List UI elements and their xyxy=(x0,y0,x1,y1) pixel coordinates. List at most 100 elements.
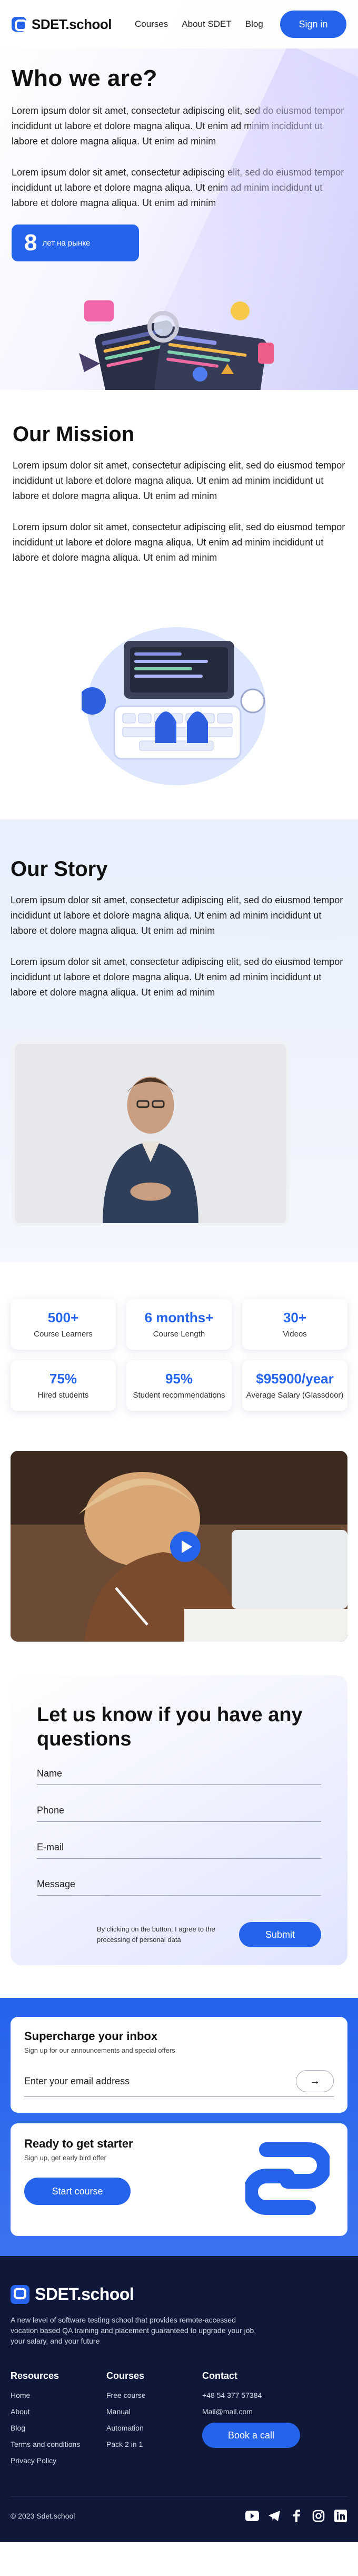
form-footer: By clicking on the button, I agree to th… xyxy=(37,1922,321,1947)
telegram-icon[interactable] xyxy=(267,2509,281,2523)
arrow-right-icon: → xyxy=(310,2075,320,2087)
courses-column: Courses Free course Manual Automation Pa… xyxy=(106,2370,202,2473)
linkedin-icon[interactable] xyxy=(334,2509,347,2523)
footer-columns: Resources Home About Blog Terms and cond… xyxy=(11,2370,347,2473)
keyboard-illustration xyxy=(82,627,266,785)
newsletter-submit-button[interactable]: → xyxy=(296,2070,334,2092)
footer-link-terms[interactable]: Terms and conditions xyxy=(11,2440,106,2448)
nav-about-sdet[interactable]: About SDET xyxy=(182,19,232,30)
nav-courses[interactable]: Courses xyxy=(135,19,168,30)
coding-illustration xyxy=(79,300,274,390)
message-field[interactable] xyxy=(37,1859,321,1896)
courses-title: Courses xyxy=(106,2370,145,2381)
youtube-icon[interactable] xyxy=(245,2509,259,2523)
stat-label: Course Length xyxy=(153,1329,205,1339)
name-field[interactable] xyxy=(37,1768,321,1785)
resources-title: Resources xyxy=(11,2370,59,2381)
mission-title: Our Mission xyxy=(13,423,135,446)
stat-label: Average Salary (Glassdoor) xyxy=(246,1390,344,1400)
footer-link-privacy[interactable]: Privacy Policy xyxy=(11,2456,106,2465)
newsletter-subtitle: Sign up for our announcements and specia… xyxy=(24,2046,175,2054)
video-player[interactable] xyxy=(11,1451,347,1642)
logo-icon xyxy=(245,2142,330,2215)
years-badge: 8 лет на рынке xyxy=(12,225,139,261)
stat-value: 30+ xyxy=(283,1309,307,1325)
years-number: 8 xyxy=(24,230,37,256)
newsletter-card: Supercharge your inbox Sign up for our a… xyxy=(11,2017,347,2113)
email-input[interactable] xyxy=(37,1842,321,1853)
contact-title: Contact xyxy=(202,2370,237,2381)
social-links xyxy=(245,2509,347,2523)
stat-value: 500+ xyxy=(47,1309,79,1325)
form-title: Let us know if you have any questions xyxy=(37,1704,303,1750)
footer-link-pack[interactable]: Pack 2 in 1 xyxy=(106,2440,202,2448)
mission-paragraph: Lorem ipsum dolor sit amet, consectetur … xyxy=(13,460,345,501)
nav-blog[interactable]: Blog xyxy=(245,19,263,30)
book-call-button[interactable]: Book a call xyxy=(202,2423,300,2448)
story-title: Our Story xyxy=(11,857,108,881)
newsletter-email-input[interactable] xyxy=(24,2075,296,2087)
footer-link-automation[interactable]: Automation xyxy=(106,2424,202,2432)
page: SDET.school Courses About SDET Blog Sign… xyxy=(0,0,358,2542)
email-field[interactable] xyxy=(37,1822,321,1859)
story-paragraph: Lorem ipsum dolor sit amet, consectetur … xyxy=(11,957,343,998)
stat-card: 500+ Course Learners xyxy=(11,1299,116,1350)
site-header: SDET.school Courses About SDET Blog Sign… xyxy=(0,0,358,48)
start-course-button[interactable]: Start course xyxy=(24,2178,131,2205)
starter-card: Ready to get starter Sign up, get early … xyxy=(11,2123,347,2236)
logo-icon xyxy=(12,17,27,32)
mission-paragraph: Lorem ipsum dolor sit amet, consectetur … xyxy=(13,522,345,563)
footer-phone[interactable]: +48 54 377 57384 xyxy=(202,2391,298,2399)
person-image xyxy=(16,1044,285,1223)
resources-column: Resources Home About Blog Terms and cond… xyxy=(11,2370,106,2473)
story-paragraph: Lorem ipsum dolor sit amet, consectetur … xyxy=(11,895,343,936)
footer-link-manual[interactable]: Manual xyxy=(106,2407,202,2416)
stat-card: 6 months+ Course Length xyxy=(126,1299,232,1350)
logo-icon xyxy=(11,2285,29,2304)
phone-input[interactable] xyxy=(37,1805,321,1816)
stat-label: Hired students xyxy=(37,1390,89,1400)
contact-column: Contact +48 54 377 57384 Mail@mail.com B… xyxy=(202,2370,300,2473)
footer-bottom: © 2023 Sdet.school xyxy=(11,2496,347,2523)
footer-link-home[interactable]: Home xyxy=(11,2391,106,2399)
stats-grid: 500+ Course Learners 6 months+ Course Le… xyxy=(0,1262,358,1427)
footer-brand: SDET.school xyxy=(35,2285,134,2304)
about-paragraph: Lorem ipsum dolor sit amet, consectetur … xyxy=(12,105,344,147)
name-input[interactable] xyxy=(37,1768,321,1779)
stat-card: 75% Hired students xyxy=(11,1360,116,1411)
mission-section: Our Mission Lorem ipsum dolor sit amet, … xyxy=(0,390,358,819)
footer-link-blog[interactable]: Blog xyxy=(11,2424,106,2432)
brand-name: SDET.school xyxy=(32,16,112,32)
cta-section: Supercharge your inbox Sign up for our a… xyxy=(0,1998,358,2256)
contact-form: Let us know if you have any questions By… xyxy=(11,1675,347,1965)
facebook-icon[interactable] xyxy=(290,2509,303,2523)
message-input[interactable] xyxy=(37,1879,321,1890)
footer-link-about[interactable]: About xyxy=(11,2407,106,2416)
play-button[interactable] xyxy=(170,1531,201,1562)
footer-logo[interactable]: SDET.school xyxy=(11,2285,347,2304)
stat-value: $95900/year xyxy=(256,1370,334,1387)
copyright: © 2023 Sdet.school xyxy=(11,2512,75,2520)
footer-email[interactable]: Mail@mail.com xyxy=(202,2407,298,2416)
sign-in-button[interactable]: Sign in xyxy=(280,11,346,38)
main-nav: Courses About SDET Blog xyxy=(135,19,263,30)
years-label: лет на рынке xyxy=(42,238,91,248)
logo[interactable]: SDET.school xyxy=(12,16,112,33)
stat-value: 75% xyxy=(49,1370,77,1387)
phone-field[interactable] xyxy=(37,1785,321,1822)
about-title: Who we are? xyxy=(12,65,157,91)
site-footer: SDET.school A new level of software test… xyxy=(0,2256,358,2542)
footer-link-free-course[interactable]: Free course xyxy=(106,2391,202,2399)
story-section: Our Story Lorem ipsum dolor sit amet, co… xyxy=(0,819,358,1262)
instagram-icon[interactable] xyxy=(312,2509,325,2523)
submit-button[interactable]: Submit xyxy=(239,1922,321,1947)
consent-text: By clicking on the button, I agree to th… xyxy=(97,1925,215,1944)
team-photo xyxy=(12,1041,290,1226)
newsletter-row: → xyxy=(24,2070,334,2097)
stat-label: Videos xyxy=(283,1329,307,1339)
about-section: Who we are? Lorem ipsum dolor sit amet, … xyxy=(0,0,358,390)
stat-value: 6 months+ xyxy=(144,1309,214,1325)
newsletter-title: Supercharge your inbox xyxy=(24,2029,158,2043)
stat-card: $95900/year Average Salary (Glassdoor) xyxy=(242,1360,347,1411)
stat-card: 95% Student recommendations xyxy=(126,1360,232,1411)
